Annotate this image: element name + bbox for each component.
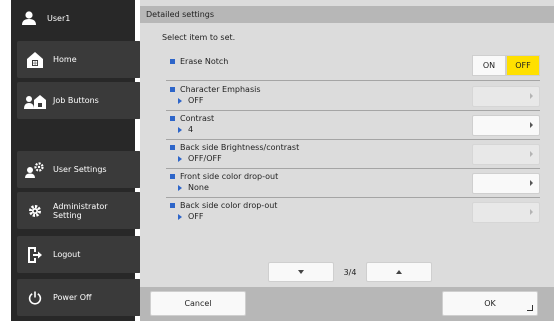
power-off-button[interactable]: Power Off [17,279,141,316]
setting-value: OFF [178,212,204,221]
gear-icon [17,204,53,218]
front-side-color-dropout-button[interactable] [472,173,540,194]
setting-name: Contrast [170,114,214,123]
ok-button[interactable]: OK [442,291,538,316]
user-name: User1 [47,13,71,23]
setting-name: Front side color drop-out [170,172,278,181]
setting-name: Back side color drop-out [170,201,277,210]
logout-icon [17,246,53,263]
job-buttons-label: Job Buttons [53,96,99,105]
job-buttons-icon [17,93,53,109]
setting-row-erase-notch: Erase Notch ON OFF [166,53,540,81]
ok-label: OK [484,299,496,308]
bullet-square-icon [170,87,175,92]
value-arrow-icon [178,97,182,104]
administrator-setting-label: Administrator Setting [53,201,108,220]
chevron-right-icon [530,122,533,128]
setting-name: Character Emphasis [170,85,261,94]
arrow-down-icon [298,270,304,274]
power-icon [17,291,53,305]
back-side-brightness-button[interactable] [472,144,540,165]
value-arrow-icon [178,213,182,220]
chevron-right-icon [530,93,533,99]
value-arrow-icon [178,184,182,191]
setting-row-front-side-color-dropout: Front side color drop-out None [166,172,540,198]
setting-value: OFF [178,96,204,105]
logout-label: Logout [53,250,81,259]
setting-value: OFF/OFF [178,154,222,163]
page-up-button[interactable] [366,262,432,282]
value-arrow-icon [178,155,182,162]
character-emphasis-button[interactable] [472,86,540,107]
erase-notch-toggle: ON OFF [472,55,540,76]
pagination: 3/4 [268,262,432,282]
contrast-button[interactable] [472,115,540,136]
setting-row-back-side-brightness: Back side Brightness/contrast OFF/OFF [166,143,540,169]
bullet-square-icon [170,203,175,208]
chevron-right-icon [530,209,533,215]
value-arrow-icon [178,126,182,133]
user-settings-button[interactable]: User Settings [17,151,141,188]
user-settings-label: User Settings [53,165,107,174]
back-side-color-dropout-button[interactable] [472,202,540,223]
setting-value: None [178,183,209,192]
toggle-on-button[interactable]: ON [472,55,506,76]
setting-name: Back side Brightness/contrast [170,143,299,152]
home-label: Home [53,55,77,64]
bullet-square-icon [170,59,175,64]
user-indicator: User1 [11,0,135,36]
user-icon [11,11,47,25]
setting-row-character-emphasis: Character Emphasis OFF [166,85,540,111]
cancel-button[interactable]: Cancel [150,291,246,316]
home-icon [17,51,53,69]
page-down-button[interactable] [268,262,334,282]
arrow-up-icon [396,270,402,274]
main-panel: Detailed settings Select item to set. Er… [140,0,554,321]
bullet-square-icon [170,174,175,179]
chevron-right-icon [530,180,533,186]
administrator-setting-button[interactable]: Administrator Setting [17,192,141,229]
page-indicator: 3/4 [343,267,357,277]
enter-corner-icon [527,305,533,311]
toggle-off-button[interactable]: OFF [506,55,540,76]
setting-name: Erase Notch [170,57,228,66]
setting-row-contrast: Contrast 4 [166,114,540,140]
power-off-label: Power Off [53,293,92,302]
logout-button[interactable]: Logout [17,236,141,273]
job-buttons-button[interactable]: Job Buttons [17,82,141,119]
footer-bar: Cancel OK [140,287,554,321]
user-settings-icon [17,161,53,178]
sidebar: User1 Home Job Buttons User Settings Adm… [11,0,141,321]
instruction-text: Select item to set. [162,33,236,42]
setting-value: 4 [178,125,193,134]
bullet-square-icon [170,116,175,121]
bullet-square-icon [170,145,175,150]
chevron-right-icon [530,151,533,157]
setting-row-back-side-color-dropout: Back side color drop-out OFF [166,201,540,227]
page-title: Detailed settings [140,6,554,23]
home-button[interactable]: Home [17,41,141,78]
